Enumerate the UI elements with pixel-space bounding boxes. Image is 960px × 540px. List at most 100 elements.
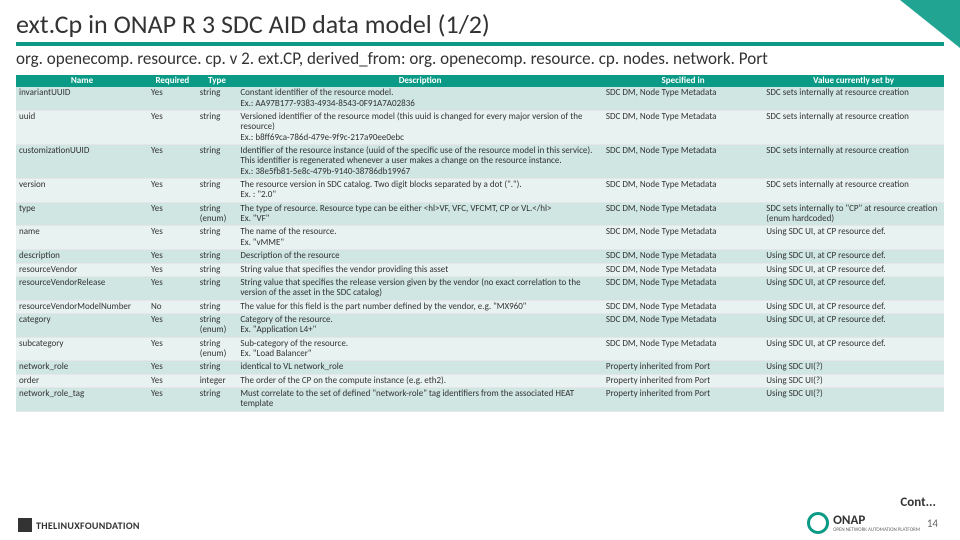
cell: Yes [148, 313, 197, 337]
cell: Using SDC UI, at CP resource def. [763, 300, 944, 313]
table-row: versionYesstringThe resource version in … [16, 179, 944, 203]
cell: Yes [148, 87, 197, 110]
cell: SDC DM, Node Type Metadata [603, 87, 763, 110]
cell-name: name [16, 226, 148, 250]
cell: Yes [148, 263, 197, 276]
cell: SDC DM, Node Type Metadata [603, 276, 763, 300]
cell: The resource version in SDC catalog. Two… [237, 179, 603, 203]
cell-name: invariantUUID [16, 87, 148, 110]
cell: Description of the resource [237, 250, 603, 263]
cell: Yes [148, 179, 197, 203]
table-row: typeYesstring (enum)The type of resource… [16, 202, 944, 226]
cell: Property inherited from Port [603, 387, 763, 411]
cell: The value for this field is the part num… [237, 300, 603, 313]
cell: The order of the CP on the compute insta… [237, 374, 603, 387]
header-specified-in: Specified in [603, 75, 763, 87]
cell: Yes [148, 337, 197, 361]
cell: Yes [148, 361, 197, 374]
cell: string [197, 250, 238, 263]
cell: Using SDC UI(?) [763, 374, 944, 387]
cell-name: subcategory [16, 337, 148, 361]
cell: Yes [148, 226, 197, 250]
table-row: resourceVendorReleaseYesstringString val… [16, 276, 944, 300]
slide-title: ext.Cp in ONAP R 3 SDC AID data model (1… [16, 8, 944, 46]
table-row: nameYesstringThe name of the resource.Ex… [16, 226, 944, 250]
cell: Sub-category of the resource.Ex. "Load B… [237, 337, 603, 361]
cell: Using SDC UI, at CP resource def. [763, 263, 944, 276]
cell: String value that specifies the vendor p… [237, 263, 603, 276]
cell-name: network_role [16, 361, 148, 374]
cell-name: network_role_tag [16, 387, 148, 411]
continuation-label: Cont... [900, 495, 936, 510]
cell: Category of the resource.Ex. "Applicatio… [237, 313, 603, 337]
cell: string [197, 361, 238, 374]
table-row: subcategoryYesstring (enum)Sub-category … [16, 337, 944, 361]
header-type: Type [197, 75, 238, 87]
cell: string [197, 300, 238, 313]
cell-name: order [16, 374, 148, 387]
cell: The type of resource. Resource type can … [237, 202, 603, 226]
cell: SDC DM, Node Type Metadata [603, 145, 763, 179]
data-model-table: Name Required Type Description Specified… [16, 75, 944, 412]
footer-left-logo: THELINUXFOUNDATION [18, 518, 140, 532]
cell: No [148, 300, 197, 313]
decorative-corner [900, 0, 960, 48]
table-row: orderYesintegerThe order of the CP on th… [16, 374, 944, 387]
cell: Yes [148, 250, 197, 263]
table-row: categoryYesstring (enum)Category of the … [16, 313, 944, 337]
onap-text-block: ONAP OPEN NETWORK AUTOMATION PLATFORM [833, 513, 920, 533]
header-description: Description [237, 75, 603, 87]
cell: string [197, 87, 238, 110]
cell: SDC DM, Node Type Metadata [603, 202, 763, 226]
cell: SDC DM, Node Type Metadata [603, 337, 763, 361]
cell-name: resourceVendorRelease [16, 276, 148, 300]
table-row: network_roleYesstringidentical to VL net… [16, 361, 944, 374]
cell: Using SDC UI, at CP resource def. [763, 226, 944, 250]
linux-foundation-icon [18, 518, 32, 532]
table-row: resourceVendorModelNumberNostringThe val… [16, 300, 944, 313]
cell: SDC sets internally at resource creation [763, 111, 944, 145]
slide-subtitle: org. openecomp. resource. cp. v 2. ext.C… [16, 48, 944, 69]
table-row: invariantUUIDYesstringConstant identifie… [16, 87, 944, 110]
cell-name: resourceVendor [16, 263, 148, 276]
cell: Using SDC UI, at CP resource def. [763, 250, 944, 263]
cell: The name of the resource.Ex. "vMME" [237, 226, 603, 250]
cell: SDC DM, Node Type Metadata [603, 300, 763, 313]
cell: SDC DM, Node Type Metadata [603, 111, 763, 145]
cell: string (enum) [197, 337, 238, 361]
cell: Property inherited from Port [603, 361, 763, 374]
header-value-set-by: Value currently set by [763, 75, 944, 87]
cell: Yes [148, 374, 197, 387]
cell: string [197, 226, 238, 250]
cell: string [197, 387, 238, 411]
cell: Using SDC UI, at CP resource def. [763, 276, 944, 300]
cell-name: uuid [16, 111, 148, 145]
table-header-row: Name Required Type Description Specified… [16, 75, 944, 87]
cell: Constant identifier of the resource mode… [237, 87, 603, 110]
cell: string [197, 145, 238, 179]
cell: Property inherited from Port [603, 374, 763, 387]
cell-name: description [16, 250, 148, 263]
cell: SDC DM, Node Type Metadata [603, 263, 763, 276]
cell: string [197, 111, 238, 145]
cell-name: version [16, 179, 148, 203]
cell-name: type [16, 202, 148, 226]
cell: Using SDC UI(?) [763, 387, 944, 411]
table-body: invariantUUIDYesstringConstant identifie… [16, 87, 944, 411]
cell: string [197, 179, 238, 203]
cell: string [197, 276, 238, 300]
onap-subtitle: OPEN NETWORK AUTOMATION PLATFORM [833, 528, 920, 533]
cell: Versioned identifier of the resource mod… [237, 111, 603, 145]
table-row: descriptionYesstringDescription of the r… [16, 250, 944, 263]
linux-foundation-text: THELINUXFOUNDATION [36, 519, 140, 532]
cell: Yes [148, 145, 197, 179]
onap-ring-icon [807, 512, 829, 534]
cell: Using SDC UI, at CP resource def. [763, 337, 944, 361]
footer-right-logo: ONAP OPEN NETWORK AUTOMATION PLATFORM [807, 512, 920, 534]
cell: SDC DM, Node Type Metadata [603, 179, 763, 203]
cell: SDC sets internally to "CP" at resource … [763, 202, 944, 226]
cell-name: resourceVendorModelNumber [16, 300, 148, 313]
table-row: network_role_tagYesstringMust correlate … [16, 387, 944, 411]
cell: Must correlate to the set of defined "ne… [237, 387, 603, 411]
cell-name: customizationUUID [16, 145, 148, 179]
